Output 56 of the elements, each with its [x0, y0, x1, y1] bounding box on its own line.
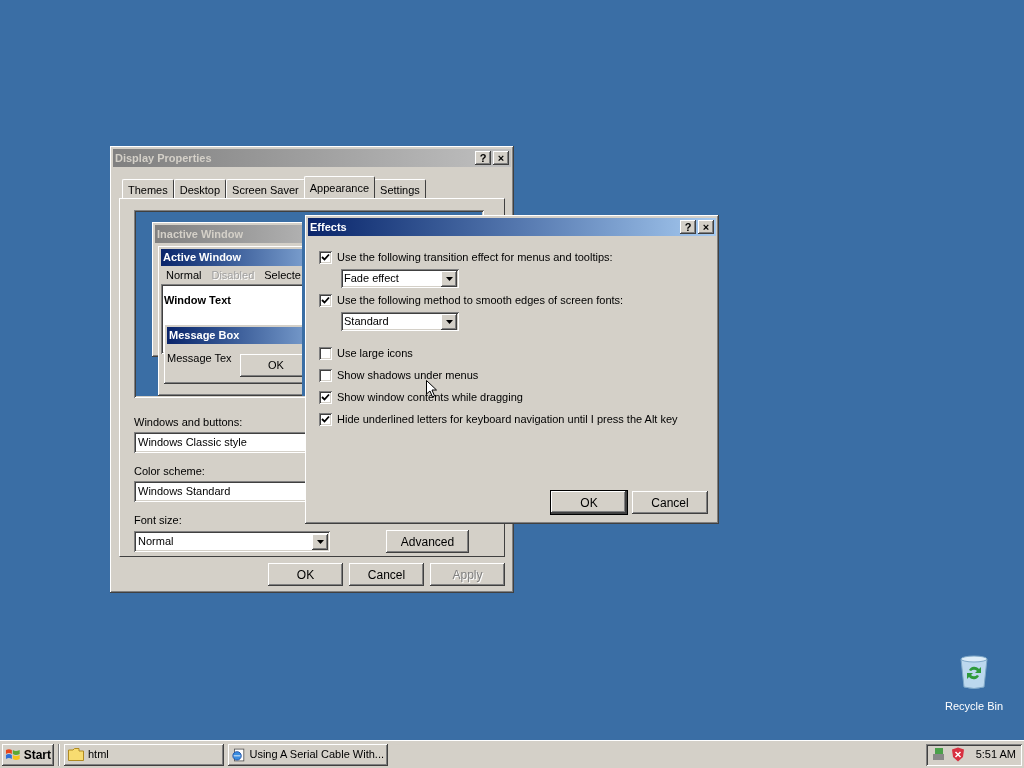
checkbox-label[interactable]: Show shadows under menus — [337, 366, 479, 384]
desktop-icon-label[interactable]: Recycle Bin — [944, 698, 1004, 715]
field-label: Color scheme: — [134, 464, 205, 477]
window-text: Window Text — [164, 294, 231, 306]
help-button[interactable]: ? — [680, 220, 696, 234]
field-label: Font size: — [134, 513, 182, 526]
window-title: Inactive Window — [157, 226, 244, 242]
tab[interactable]: Themes — [122, 179, 174, 198]
checkbox[interactable] — [319, 250, 332, 264]
tab[interactable]: Screen Saver — [226, 179, 305, 198]
dropdown-field[interactable]: Normal — [134, 531, 330, 552]
shield-icon[interactable] — [951, 747, 965, 762]
folder-icon — [68, 748, 84, 761]
message-text: Message Tex — [167, 351, 232, 366]
checkbox[interactable] — [319, 390, 332, 404]
dropdown-button[interactable] — [441, 270, 457, 287]
advanced-button[interactable]: Advanced — [386, 530, 469, 553]
clock: 5:51 AM — [975, 747, 1016, 763]
close-button[interactable]: × — [698, 220, 714, 234]
window-title: Display Properties — [115, 150, 212, 166]
caret-icon — [316, 539, 324, 544]
start-button[interactable]: Start — [2, 743, 54, 766]
checkbox[interactable] — [319, 293, 332, 307]
taskbar-button[interactable]: Using A Serial Cable With... — [228, 743, 388, 766]
checkbox-label[interactable]: Use large icons — [337, 344, 413, 362]
dialog-button[interactable]: OK — [551, 491, 627, 514]
help-button[interactable]: ? — [475, 151, 491, 165]
dropdown-button[interactable] — [441, 313, 457, 330]
window-title: Effects — [310, 219, 347, 235]
checkbox[interactable] — [319, 346, 332, 360]
taskbar-button[interactable]: html — [64, 743, 224, 766]
dropdown-button[interactable] — [312, 533, 328, 550]
window-title: Active Window — [163, 250, 242, 266]
dialog-button[interactable]: Cancel — [632, 491, 708, 514]
checkbox[interactable] — [319, 368, 332, 382]
web-page-icon — [232, 746, 246, 763]
caret-icon — [445, 319, 453, 324]
dropdown-field[interactable]: Fade effect — [341, 269, 459, 288]
window-title: Message Box — [169, 328, 240, 344]
tab[interactable]: Appearance — [303, 176, 376, 198]
dropdown-field[interactable]: Standard — [341, 312, 459, 331]
field-label: Windows and buttons: — [134, 415, 243, 428]
checkbox[interactable] — [319, 412, 332, 426]
checkbox-label[interactable]: Use the following method to smooth edges of screen fonts: — [337, 291, 624, 309]
preview-ok-button[interactable]: OK — [240, 354, 302, 377]
windows-logo-icon — [5, 747, 21, 762]
close-button[interactable]: × — [493, 151, 509, 165]
recycle-bin-icon[interactable] — [959, 655, 989, 689]
tab[interactable]: Desktop — [173, 179, 227, 198]
checkbox-label[interactable]: Use the following transition effect for menus and tooltips: — [337, 248, 613, 266]
dialog-button[interactable]: Cancel — [349, 563, 424, 586]
dialog-button[interactable]: OK — [268, 563, 343, 586]
checkbox-label[interactable]: Show window contents while dragging — [337, 388, 523, 406]
tab[interactable]: Settings — [374, 179, 426, 198]
caret-icon — [445, 276, 453, 281]
checkbox-label[interactable]: Hide underlined letters for keyboard navigation until I press the Alt key — [337, 410, 678, 428]
